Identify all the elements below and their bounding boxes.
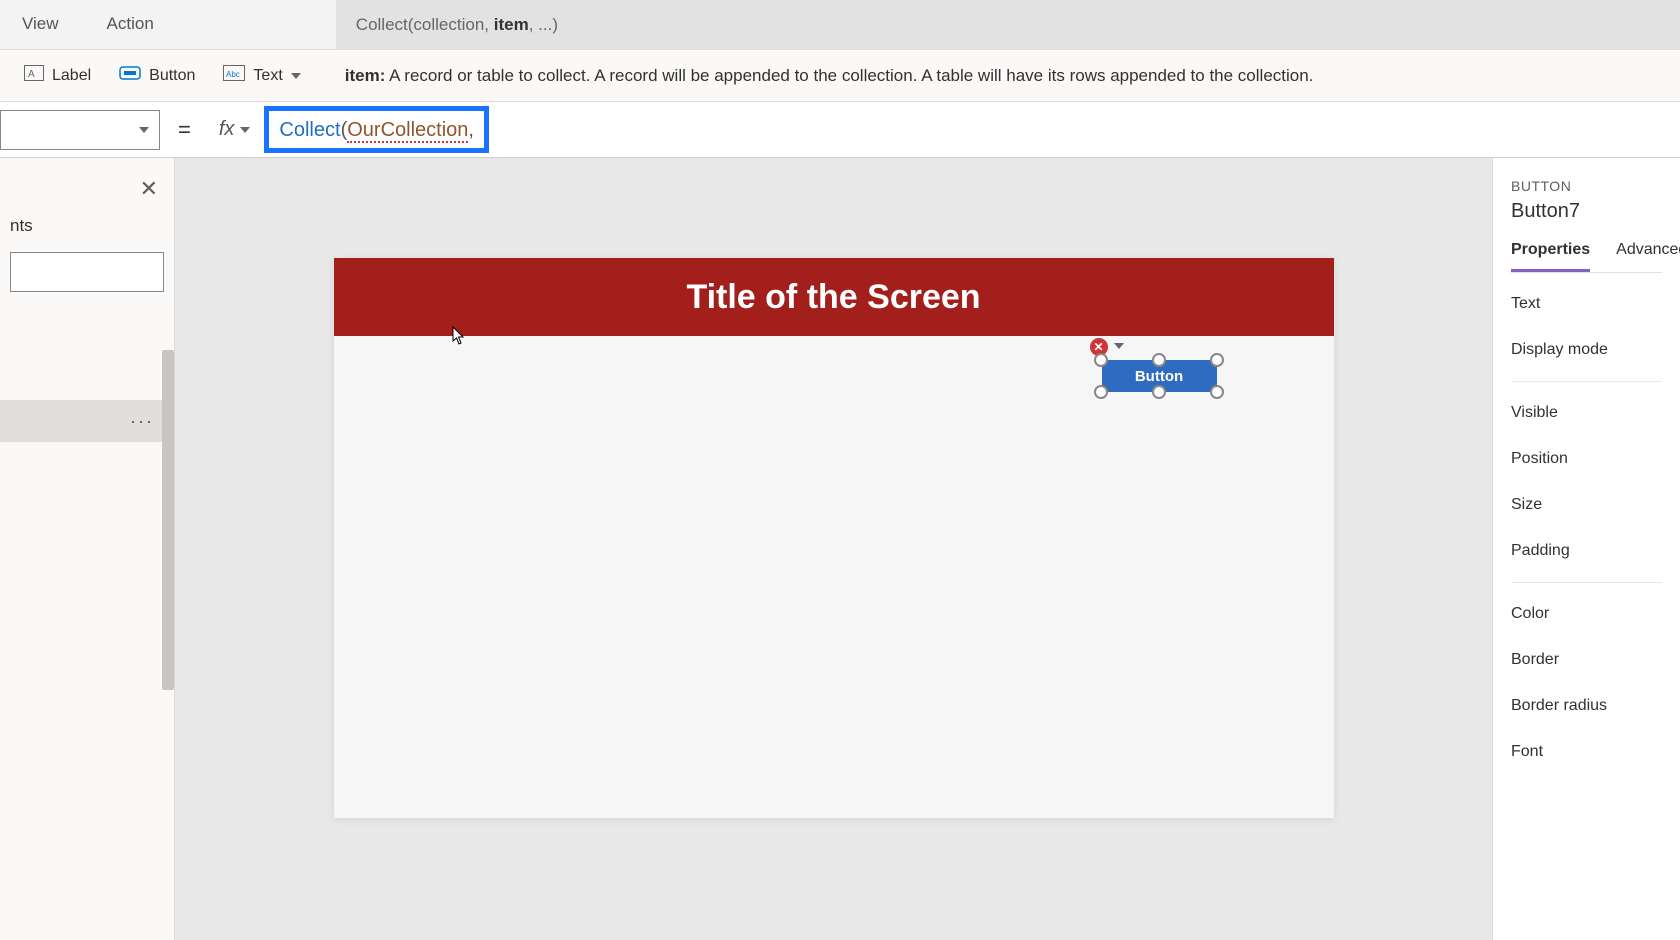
resize-handle-bm[interactable] <box>1152 385 1166 399</box>
insert-button-text: Button <box>149 67 195 85</box>
tree-scrollbar[interactable] <box>162 350 174 690</box>
top-tab-bar: View Action Collect(collection, item, ..… <box>0 0 1680 50</box>
svg-text:Abc: Abc <box>226 70 240 79</box>
control-type-caption: BUTTON <box>1511 178 1662 194</box>
insert-button-button[interactable]: Button <box>105 57 209 94</box>
divider <box>1511 381 1662 382</box>
tab-view[interactable]: View <box>0 0 81 49</box>
fx-button[interactable]: fx <box>209 118 261 141</box>
insert-label-text: Label <box>52 67 91 85</box>
prop-position[interactable]: Position <box>1511 436 1662 482</box>
screen-title-label[interactable]: Title of the Screen <box>686 278 980 317</box>
prop-color[interactable]: Color <box>1511 591 1662 637</box>
formula-code: Collect(OurCollection, <box>279 117 474 141</box>
insert-ribbon: A Label Button Abc Text item: A record o… <box>0 50 1680 102</box>
equals-sign: = <box>160 117 209 143</box>
insert-label-button[interactable]: A Label <box>10 57 105 94</box>
close-icon[interactable]: ✕ <box>140 176 158 202</box>
formula-function: Collect <box>279 119 340 141</box>
resize-handle-bl[interactable] <box>1094 385 1108 399</box>
prop-border[interactable]: Border <box>1511 637 1662 683</box>
tree-view-header: ✕ <box>0 158 174 208</box>
selected-control-button[interactable]: ✕ Button <box>1094 356 1224 396</box>
properties-tabs: Properties Advanced <box>1511 241 1662 273</box>
main-area: ✕ nts ··· Title of the Screen ✕ Button <box>0 158 1680 940</box>
properties-panel: BUTTON Button7 Properties Advanced Text … <box>1492 158 1680 940</box>
chevron-down-icon <box>240 127 250 133</box>
fx-icon: fx <box>219 118 235 141</box>
insert-text-label: Text <box>253 67 282 85</box>
property-selector-dropdown[interactable] <box>0 110 160 150</box>
tab-advanced[interactable]: Advanced <box>1616 241 1680 272</box>
tab-properties[interactable]: Properties <box>1511 241 1590 272</box>
signature-suffix: , ...) <box>529 15 558 34</box>
chevron-down-icon <box>291 73 301 79</box>
selection-handles: Button <box>1094 356 1224 396</box>
intellisense-signature-bar: Collect(collection, item, ...) <box>336 0 1680 49</box>
formula-input[interactable]: Collect(OurCollection, <box>264 106 489 153</box>
prop-display-mode[interactable]: Display mode <box>1511 327 1662 373</box>
tree-search-input[interactable] <box>10 252 164 292</box>
prop-visible[interactable]: Visible <box>1511 390 1662 436</box>
text-input-icon: Abc <box>223 65 245 86</box>
svg-text:A: A <box>28 69 35 80</box>
app-screen[interactable]: Title of the Screen ✕ Button <box>334 258 1334 818</box>
formula-arg1: OurCollection <box>347 119 468 143</box>
formula-bar: = fx Collect(OurCollection, <box>0 102 1680 158</box>
resize-handle-tl[interactable] <box>1094 353 1108 367</box>
signature-prefix: Collect(collection, <box>356 15 494 34</box>
chevron-down-icon[interactable] <box>1114 336 1124 354</box>
resize-handle-tr[interactable] <box>1210 353 1224 367</box>
tree-item-selected[interactable]: ··· <box>0 400 174 442</box>
signature-current-arg: item <box>494 15 529 34</box>
param-desc: A record or table to collect. A record w… <box>385 66 1313 85</box>
resize-handle-br[interactable] <box>1210 385 1224 399</box>
ellipsis-icon[interactable]: ··· <box>130 411 154 432</box>
prop-text[interactable]: Text <box>1511 281 1662 327</box>
param-name: item: <box>345 66 386 85</box>
button-icon <box>119 65 141 86</box>
intellisense-signature-text: Collect(collection, item, ...) <box>356 15 558 35</box>
screen-header[interactable]: Title of the Screen <box>334 258 1334 336</box>
intellisense-param-description: item: A record or table to collect. A re… <box>325 66 1670 86</box>
formula-comma: , <box>468 119 474 141</box>
chevron-down-icon <box>139 127 149 133</box>
prop-padding[interactable]: Padding <box>1511 528 1662 574</box>
tab-action[interactable]: Action <box>85 0 176 49</box>
cursor-icon <box>452 326 466 351</box>
canvas-area[interactable]: Title of the Screen ✕ Button <box>175 158 1492 940</box>
insert-text-dropdown[interactable]: Abc Text <box>209 57 314 94</box>
prop-border-radius[interactable]: Border radius <box>1511 683 1662 729</box>
resize-handle-tm[interactable] <box>1152 353 1166 367</box>
divider <box>1511 582 1662 583</box>
control-name[interactable]: Button7 <box>1511 200 1662 223</box>
tree-view-pane: ✕ nts ··· <box>0 158 175 940</box>
tree-view-heading: nts <box>0 208 174 244</box>
label-icon: A <box>24 65 44 86</box>
prop-font[interactable]: Font <box>1511 729 1662 775</box>
prop-size[interactable]: Size <box>1511 482 1662 528</box>
